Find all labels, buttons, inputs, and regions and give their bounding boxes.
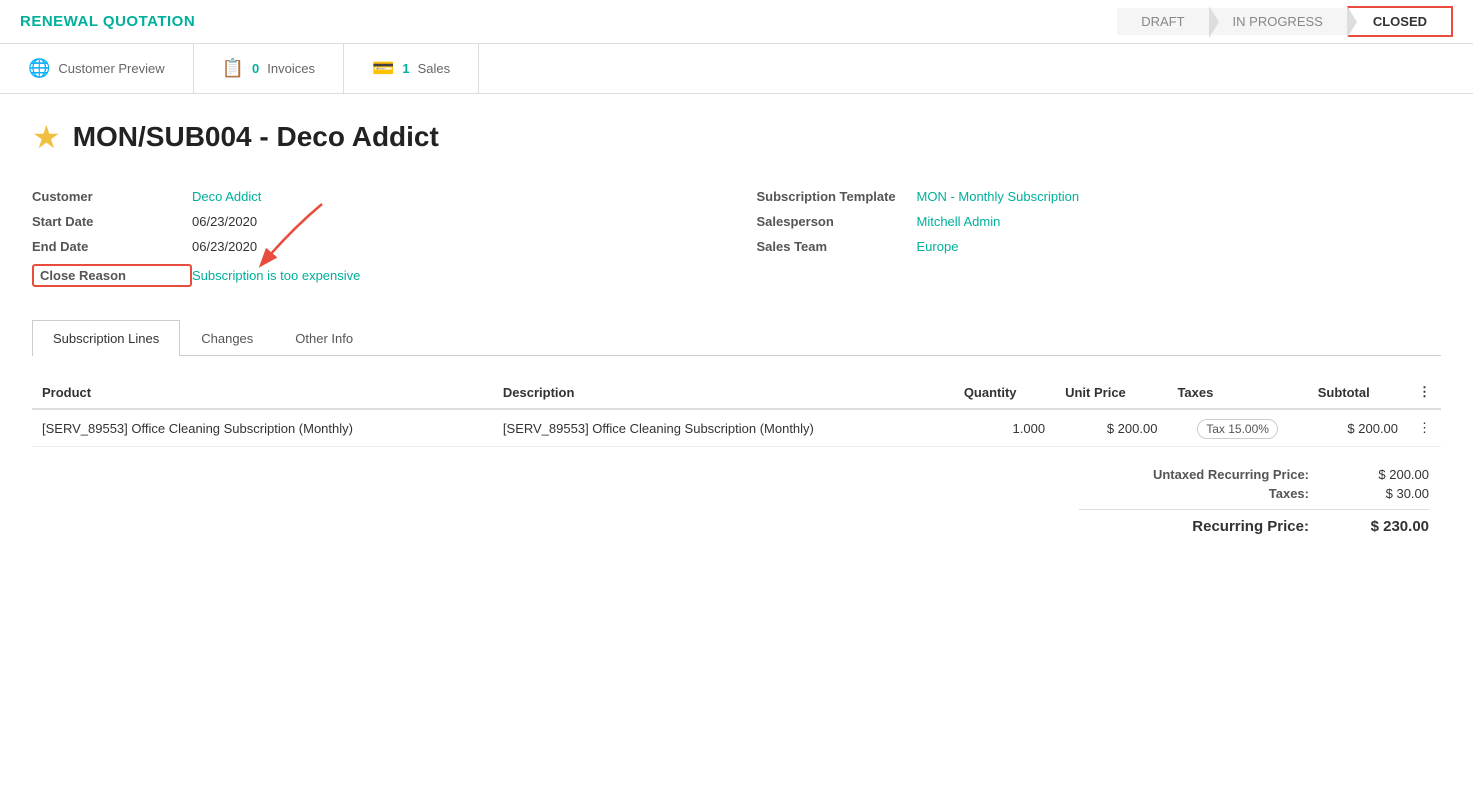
summary-untaxed: Untaxed Recurring Price: $ 200.00 — [1109, 467, 1429, 482]
summary-divider — [1079, 509, 1429, 510]
label-end-date: End Date — [32, 239, 192, 254]
col-header-product: Product — [32, 376, 493, 409]
status-pipeline: DRAFT IN PROGRESS CLOSED — [1117, 6, 1453, 37]
value-customer[interactable]: Deco Addict — [192, 189, 261, 204]
customer-preview-btn[interactable]: 🌐 Customer Preview — [0, 44, 194, 93]
invoice-icon: 📋 — [222, 58, 244, 79]
customer-preview-label: Customer Preview — [58, 61, 164, 76]
status-closed[interactable]: CLOSED — [1347, 6, 1453, 37]
label-sales-team: Sales Team — [757, 239, 917, 254]
value-start-date: 06/23/2020 — [192, 214, 257, 229]
value-subscription-template[interactable]: MON - Monthly Subscription — [917, 189, 1080, 204]
cell-description: [SERV_89553] Office Cleaning Subscriptio… — [493, 409, 954, 447]
col-header-unit-price: Unit Price — [1055, 376, 1167, 409]
taxes-label: Taxes: — [1109, 486, 1309, 501]
form-section: Customer Deco Addict Start Date 06/23/20… — [32, 184, 1441, 292]
label-close-reason: Close Reason — [32, 264, 192, 287]
tax-badge: Tax 15.00% — [1197, 419, 1278, 439]
tab-subscription-lines[interactable]: Subscription Lines — [32, 320, 180, 356]
form-row-start-date: Start Date 06/23/2020 — [32, 209, 717, 234]
sales-label: Sales — [418, 61, 451, 76]
form-row-end-date: End Date 06/23/2020 — [32, 234, 717, 259]
tab-other-info[interactable]: Other Info — [274, 320, 374, 356]
col-header-description: Description — [493, 376, 954, 409]
label-salesperson: Salesperson — [757, 214, 917, 229]
sales-btn[interactable]: 💳 1 Sales — [344, 44, 479, 93]
label-subscription-template: Subscription Template — [757, 189, 917, 204]
status-draft[interactable]: DRAFT — [1117, 8, 1208, 35]
cell-unit-price: $ 200.00 — [1055, 409, 1167, 447]
invoices-btn[interactable]: 📋 0 Invoices — [194, 44, 344, 93]
total-label: Recurring Price: — [1109, 518, 1309, 535]
row-menu-btn[interactable]: ⋮ — [1408, 409, 1441, 447]
form-right: Subscription Template MON - Monthly Subs… — [757, 184, 1442, 292]
value-end-date: 06/23/2020 — [192, 239, 257, 254]
top-bar: RENEWAL QUOTATION DRAFT IN PROGRESS CLOS… — [0, 0, 1473, 44]
form-row-close-reason: Close Reason Subscription is too expensi… — [32, 259, 717, 292]
main-content: ★ MON/SUB004 - Deco Addict Customer Deco… — [0, 94, 1473, 559]
summary-taxes: Taxes: $ 30.00 — [1109, 486, 1429, 501]
cell-quantity: 1.000 — [954, 409, 1055, 447]
cell-product: [SERV_89553] Office Cleaning Subscriptio… — [32, 409, 493, 447]
form-row-customer: Customer Deco Addict — [32, 184, 717, 209]
label-customer: Customer — [32, 189, 192, 204]
untaxed-label: Untaxed Recurring Price: — [1109, 467, 1309, 482]
col-header-menu: ⋮ — [1408, 376, 1441, 409]
value-sales-team[interactable]: Europe — [917, 239, 959, 254]
taxes-value: $ 30.00 — [1349, 486, 1429, 501]
untaxed-value: $ 200.00 — [1349, 467, 1429, 482]
total-value: $ 230.00 — [1349, 518, 1429, 535]
tabs: Subscription Lines Changes Other Info — [32, 320, 1441, 356]
value-salesperson[interactable]: Mitchell Admin — [917, 214, 1001, 229]
app-title: RENEWAL QUOTATION — [20, 13, 195, 30]
action-bar: 🌐 Customer Preview 📋 0 Invoices 💳 1 Sale… — [0, 44, 1473, 94]
col-header-subtotal: Subtotal — [1308, 376, 1408, 409]
tab-changes[interactable]: Changes — [180, 320, 274, 356]
form-row-subscription-template: Subscription Template MON - Monthly Subs… — [757, 184, 1442, 209]
label-start-date: Start Date — [32, 214, 192, 229]
value-close-reason[interactable]: Subscription is too expensive — [192, 268, 360, 283]
sales-count: 1 — [402, 61, 409, 76]
invoices-label: Invoices — [267, 61, 315, 76]
form-row-sales-team: Sales Team Europe — [757, 234, 1442, 259]
globe-icon: 🌐 — [28, 58, 50, 79]
cell-taxes: Tax 15.00% — [1167, 409, 1307, 447]
summary-total: Recurring Price: $ 230.00 — [1109, 518, 1429, 535]
invoices-count: 0 — [252, 61, 259, 76]
record-title-row: ★ MON/SUB004 - Deco Addict — [32, 118, 1441, 156]
col-header-taxes: Taxes — [1167, 376, 1307, 409]
table-row: [SERV_89553] Office Cleaning Subscriptio… — [32, 409, 1441, 447]
cell-subtotal: $ 200.00 — [1308, 409, 1408, 447]
summary-section: Untaxed Recurring Price: $ 200.00 Taxes:… — [32, 467, 1441, 535]
record-title: MON/SUB004 - Deco Addict — [73, 121, 439, 153]
sales-icon: 💳 — [372, 58, 394, 79]
form-row-salesperson: Salesperson Mitchell Admin — [757, 209, 1442, 234]
col-header-quantity: Quantity — [954, 376, 1055, 409]
form-left: Customer Deco Addict Start Date 06/23/20… — [32, 184, 717, 292]
status-in-progress[interactable]: IN PROGRESS — [1209, 8, 1347, 35]
favorite-star-icon[interactable]: ★ — [32, 118, 61, 156]
subscription-lines-table: Product Description Quantity Unit Price … — [32, 376, 1441, 447]
